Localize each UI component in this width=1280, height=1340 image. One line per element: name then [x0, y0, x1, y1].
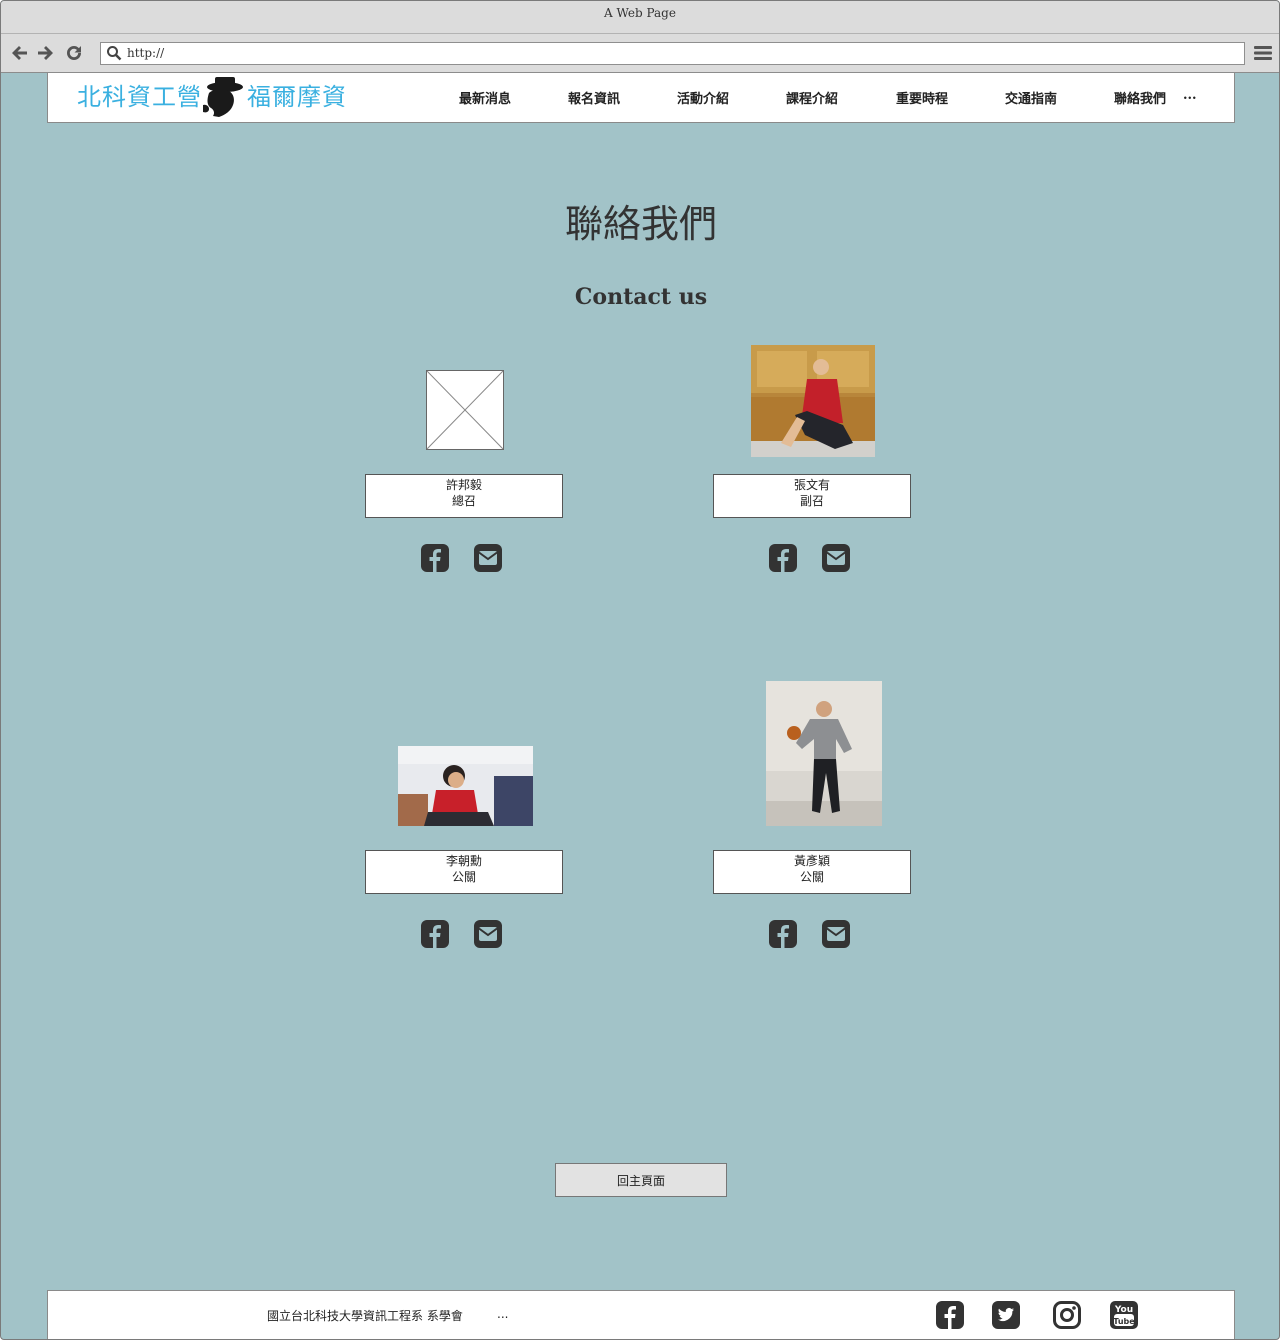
- email-icon[interactable]: [821, 919, 851, 949]
- youtube-icon[interactable]: You Tube: [1109, 1300, 1139, 1330]
- contact-name: 黃彥穎: [793, 854, 830, 868]
- home-button[interactable]: 回主頁面: [555, 1163, 727, 1197]
- contact-name: 李朝勳: [445, 854, 482, 868]
- logo-text-right: 福爾摩資: [247, 83, 347, 111]
- facebook-icon[interactable]: [768, 919, 798, 949]
- svg-text:Tube: Tube: [1113, 1317, 1135, 1326]
- footer-more[interactable]: ...: [497, 1307, 508, 1321]
- contact-role: 副召: [799, 494, 824, 508]
- site-logo[interactable]: 北科資工營 福爾摩資: [75, 73, 355, 121]
- facebook-icon[interactable]: [420, 919, 450, 949]
- email-icon[interactable]: [821, 543, 851, 573]
- twitter-icon[interactable]: [991, 1300, 1021, 1330]
- logo-image: 北科資工營 福爾摩資: [77, 77, 347, 117]
- page-title: 聯絡我們: [564, 202, 717, 246]
- contact-photo: [398, 746, 533, 826]
- instagram-icon[interactable]: [1052, 1300, 1082, 1330]
- reload-icon[interactable]: [64, 43, 84, 63]
- nav-item-news[interactable]: 最新消息: [459, 88, 511, 107]
- page-subtitle: Contact us: [574, 284, 708, 310]
- nav-item-transport[interactable]: 交通指南: [1005, 88, 1057, 107]
- facebook-icon[interactable]: [768, 543, 798, 573]
- site-footer: 國立台北科技大學資訊工程系 系學會 ... You Tube: [47, 1290, 1235, 1339]
- facebook-icon[interactable]: [935, 1300, 965, 1330]
- contact-photo: [766, 681, 882, 826]
- logo-text-left: 北科資工營: [77, 83, 202, 111]
- contact-name: 許邦毅: [445, 478, 482, 492]
- nav-item-activities[interactable]: 活動介紹: [677, 88, 729, 107]
- footer-text: 國立台北科技大學資訊工程系 系學會: [267, 1309, 463, 1323]
- search-icon: [107, 46, 122, 61]
- contact-role: 公關: [799, 870, 824, 884]
- nav-item-registration[interactable]: 報名資訊: [568, 88, 620, 107]
- contact-name: 張文有: [793, 478, 830, 492]
- contact-card: 黃彥穎 公關: [713, 850, 911, 894]
- nav-item-courses[interactable]: 課程介紹: [786, 88, 838, 107]
- nav-item-schedule[interactable]: 重要時程: [896, 88, 948, 107]
- window-title: A Web Page: [604, 6, 676, 20]
- contact-photo-placeholder: [426, 370, 504, 450]
- back-arrow-icon[interactable]: [10, 43, 30, 63]
- contact-photo: [751, 345, 875, 457]
- contact-card: 許邦毅 總召: [365, 474, 563, 518]
- site-header: 北科資工營 福爾摩資 最新消息 報名資訊 活動介紹 課程介紹 重要時程 交通指南…: [47, 73, 1235, 123]
- contact-role: 公關: [451, 870, 476, 884]
- hamburger-menu-icon[interactable]: [1253, 44, 1273, 62]
- browser-toolbar: http://: [1, 34, 1279, 73]
- svg-text:You: You: [1114, 1305, 1133, 1315]
- email-icon[interactable]: [473, 543, 503, 573]
- nav-more[interactable]: ...: [1183, 88, 1197, 103]
- email-icon[interactable]: [473, 919, 503, 949]
- contact-role: 總召: [451, 494, 476, 508]
- nav-item-contact[interactable]: 聯絡我們: [1114, 88, 1166, 107]
- contact-card: 李朝勳 公關: [365, 850, 563, 894]
- forward-arrow-icon[interactable]: [35, 43, 55, 63]
- browser-window: A Web Page http:// 北科資工營 福爾摩資 最新消息 報名資訊 …: [0, 0, 1280, 1340]
- title-bar: A Web Page: [1, 1, 1279, 34]
- contact-card: 張文有 副召: [713, 474, 911, 518]
- address-bar[interactable]: http://: [100, 42, 1245, 65]
- facebook-icon[interactable]: [420, 543, 450, 573]
- url-text: http://: [127, 46, 165, 60]
